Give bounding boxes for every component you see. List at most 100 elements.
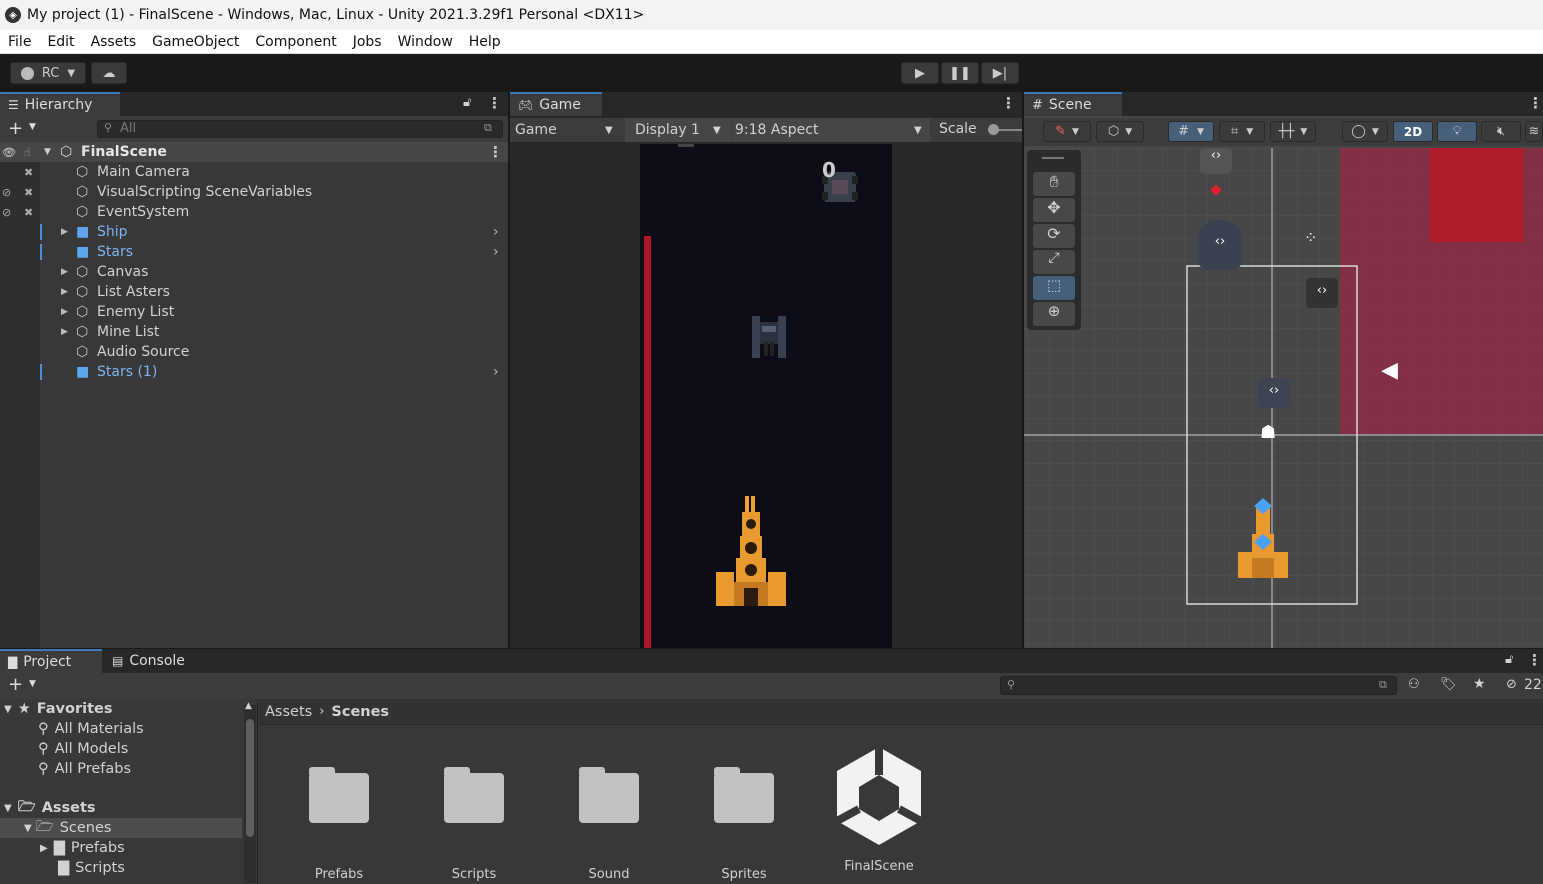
render-mode-button[interactable]: ⬡ ▼ [1096, 121, 1144, 142]
add-icon[interactable]: + [8, 674, 23, 695]
hierarchy-item[interactable]: ▶ ■ Ship › [0, 222, 508, 242]
increment-snap-button[interactable]: ⌗ ▼ [1219, 121, 1265, 142]
menu-jobs[interactable]: Jobs [345, 34, 390, 50]
enemy-gizmo[interactable]: ‹› [1306, 278, 1338, 308]
label-icon[interactable]: 🏷︎ [1440, 677, 1457, 692]
add-icon[interactable]: + [8, 118, 23, 139]
rect-tool-button[interactable]: ⬚ [1033, 276, 1075, 300]
visibility-icon[interactable]: 👁︎ [2, 146, 16, 159]
expand-arrow-icon[interactable]: ▼ [44, 147, 51, 157]
scroll-up-icon[interactable]: ▲ [245, 701, 252, 711]
effects-toggle[interactable]: ≋ [1525, 121, 1543, 142]
lock-icon[interactable]: 🔓︎ [1505, 652, 1513, 667]
breadcrumb-assets[interactable]: Assets [265, 704, 312, 720]
hand-tool-button[interactable]: ✋︎ [1033, 172, 1075, 196]
favorites-row[interactable]: ▼ ★ Favorites [4, 699, 112, 719]
chevron-down-icon[interactable]: ▼ [29, 122, 36, 132]
play-button[interactable]: ▶ [901, 62, 939, 84]
hierarchy-item[interactable]: ▶ ⬡ Enemy List [0, 302, 508, 322]
scene-viewport[interactable]: ✋︎ ✥ ⟳ ⤢ ⬚ ⊕ ‹› ‹› ⁘ ‹› ◀ ‹› ☗ [1024, 148, 1543, 648]
pick-disabled-icon[interactable]: ✖ [24, 186, 33, 199]
hierarchy-item[interactable]: ✖ ⬡ Main Camera [0, 162, 508, 182]
favorite-item[interactable]: ⚲ All Prefabs [38, 759, 131, 779]
enemy-ship-gizmo[interactable]: ‹› [1258, 378, 1290, 408]
scale-slider-handle[interactable] [988, 124, 999, 135]
hierarchy-item[interactable]: ✖ ⊘ ⬡ VisualScripting SceneVariables [0, 182, 508, 202]
menu-assets[interactable]: Assets [83, 34, 145, 50]
panel-menu-icon[interactable]: ⋮ [487, 94, 502, 112]
star-icon[interactable]: ★ [1473, 676, 1486, 692]
filter-type-icon[interactable]: ⚇ [1408, 677, 1420, 692]
hierarchy-item[interactable]: ⬡ Audio Source [0, 342, 508, 362]
game-viewport[interactable]: 0 [640, 144, 892, 648]
expand-arrow-icon[interactable]: ▶ [61, 307, 68, 317]
audio-toggle[interactable]: 🔇︎ [1481, 121, 1521, 142]
player-ship-gizmo[interactable] [1236, 498, 1290, 580]
scale-tool-button[interactable]: ⤢ [1033, 250, 1075, 274]
hierarchy-search-input[interactable]: ⚲ All ⧉ [97, 120, 503, 138]
panel-menu-icon[interactable]: ⋮ [1528, 94, 1543, 112]
project-search-input[interactable]: ⚲ ⧉ [1000, 676, 1397, 695]
rotate-tool-button[interactable]: ⟳ [1033, 224, 1075, 248]
draw-mode-button[interactable]: ✎ ▼ [1043, 121, 1091, 142]
prefab-open-icon[interactable]: › [493, 364, 499, 380]
lighting-toggle[interactable]: 💡︎ [1437, 121, 1477, 142]
tree-scrollbar[interactable]: ▲ [244, 701, 256, 883]
display-dropdown[interactable]: Display 1 ▼ [625, 118, 731, 142]
hierarchy-item[interactable]: ✖ ⊘ ⬡ EventSystem [0, 202, 508, 222]
hidden-icon[interactable]: ⊘ [2, 206, 11, 219]
grid-snap-button[interactable]: # ▼ [1168, 121, 1214, 142]
asset-folder-sound[interactable]: Sound [569, 767, 649, 882]
expand-arrow-icon[interactable]: ▶ [61, 327, 68, 337]
menu-edit[interactable]: Edit [39, 34, 82, 50]
tab-console[interactable]: ▤ Console [104, 649, 204, 673]
pickable-icon[interactable]: ☝︎ [24, 146, 31, 159]
expand-arrow-icon[interactable]: ▶ [61, 267, 68, 277]
tab-project[interactable]: ▇ Project [0, 649, 102, 673]
pick-disabled-icon[interactable]: ✖ [24, 166, 33, 179]
cloud-button[interactable]: ☁ [91, 62, 127, 84]
search-options-icon[interactable]: ⧉ [1379, 678, 1387, 692]
tab-scene[interactable]: # Scene [1024, 92, 1122, 116]
expand-arrow-icon[interactable]: ▶ [61, 287, 68, 297]
tree-scrollbar-thumb[interactable] [246, 719, 254, 837]
hierarchy-item[interactable]: ▶ ⬡ Canvas [0, 262, 508, 282]
asteroid-gizmo[interactable]: ‹› [1198, 220, 1242, 270]
account-button[interactable]: RC ▼ [10, 62, 86, 84]
tab-game[interactable]: 🎮︎ Game [510, 92, 602, 116]
panel-menu-icon[interactable]: ⋮ [1527, 651, 1542, 669]
tree-item-prefabs[interactable]: ▶ ▇ Prefabs [40, 838, 125, 858]
gizmos-button[interactable]: ◯ ▼ [1342, 121, 1388, 142]
panel-menu-icon[interactable]: ⋮ [1001, 94, 1016, 112]
tree-item-scripts[interactable]: ▇ Scripts [58, 858, 125, 878]
menu-file[interactable]: File [0, 34, 39, 50]
hierarchy-item[interactable]: ■ Stars › [0, 242, 508, 262]
asset-scene-finalscene[interactable]: FinalScene [824, 745, 934, 874]
expand-arrow-icon[interactable]: ▶ [61, 227, 68, 237]
sprite-gizmo[interactable]: ‹› [1200, 148, 1232, 174]
aspect-dropdown[interactable]: 9:18 Aspect ▼ [732, 118, 930, 142]
menu-component[interactable]: Component [247, 34, 344, 50]
transform-tool-button[interactable]: ⊕ [1033, 302, 1075, 326]
chevron-down-icon[interactable]: ▼ [29, 679, 36, 689]
prefab-open-icon[interactable]: › [493, 244, 499, 260]
favorite-item[interactable]: ⚲ All Materials [38, 719, 144, 739]
move-tool-button[interactable]: ✥ [1033, 198, 1075, 222]
menu-gameobject[interactable]: GameObject [144, 34, 247, 50]
grid-settings-button[interactable]: ┼┼ ▼ [1270, 121, 1316, 142]
toggle-2d-button[interactable]: 2D [1393, 121, 1433, 142]
lock-icon[interactable]: 🔓︎ [463, 95, 471, 110]
tree-item-scenes[interactable]: ▼ 🗁︎ Scenes [24, 818, 111, 838]
pause-button[interactable]: ❚❚ [941, 62, 979, 84]
step-button[interactable]: ▶| [981, 62, 1019, 84]
asset-folder-scripts[interactable]: Scripts [434, 767, 514, 882]
favorite-item[interactable]: ⚲ All Models [38, 739, 128, 759]
hierarchy-scene-row[interactable]: 👁︎ ☝︎ ▼ ⬡ FinalScene ⋮ [0, 142, 508, 162]
game-mode-dropdown[interactable]: Game ▼ [510, 118, 623, 142]
pick-disabled-icon[interactable]: ✖ [24, 206, 33, 219]
hierarchy-item[interactable]: ▶ ⬡ List Asters [0, 282, 508, 302]
hidden-packages-icon[interactable]: ⊘ [1506, 677, 1517, 692]
asset-folder-prefabs[interactable]: Prefabs [299, 767, 379, 882]
hierarchy-item[interactable]: ■ Stars (1) › [0, 362, 508, 382]
hidden-icon[interactable]: ⊘ [2, 186, 11, 199]
